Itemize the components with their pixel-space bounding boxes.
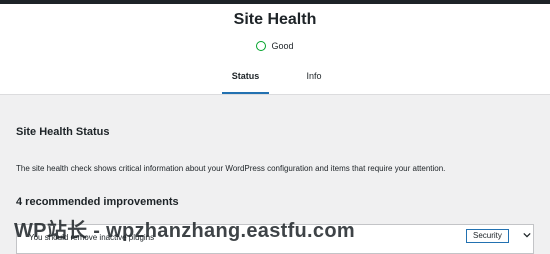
- health-rating-label: Good: [271, 41, 294, 51]
- progress-ring-icon: [256, 41, 267, 51]
- chevron-down-icon[interactable]: [523, 231, 531, 239]
- health-tabs: Status Info: [0, 66, 550, 94]
- page-title: Site Health: [233, 11, 317, 28]
- section-title: Site Health Status: [16, 126, 110, 138]
- section-description: The site health check shows critical inf…: [16, 164, 446, 173]
- health-rating: Good: [0, 41, 550, 51]
- page-header: Site Health Good Status Info: [0, 4, 550, 95]
- issue-badge: Security: [466, 229, 509, 243]
- tab-status[interactable]: Status: [222, 71, 269, 94]
- tab-info[interactable]: Info: [300, 71, 328, 81]
- watermark: WP站长 - wpzhanzhang.eastfu.com: [14, 220, 355, 242]
- improvements-count: 4 recommended improvements: [16, 196, 179, 208]
